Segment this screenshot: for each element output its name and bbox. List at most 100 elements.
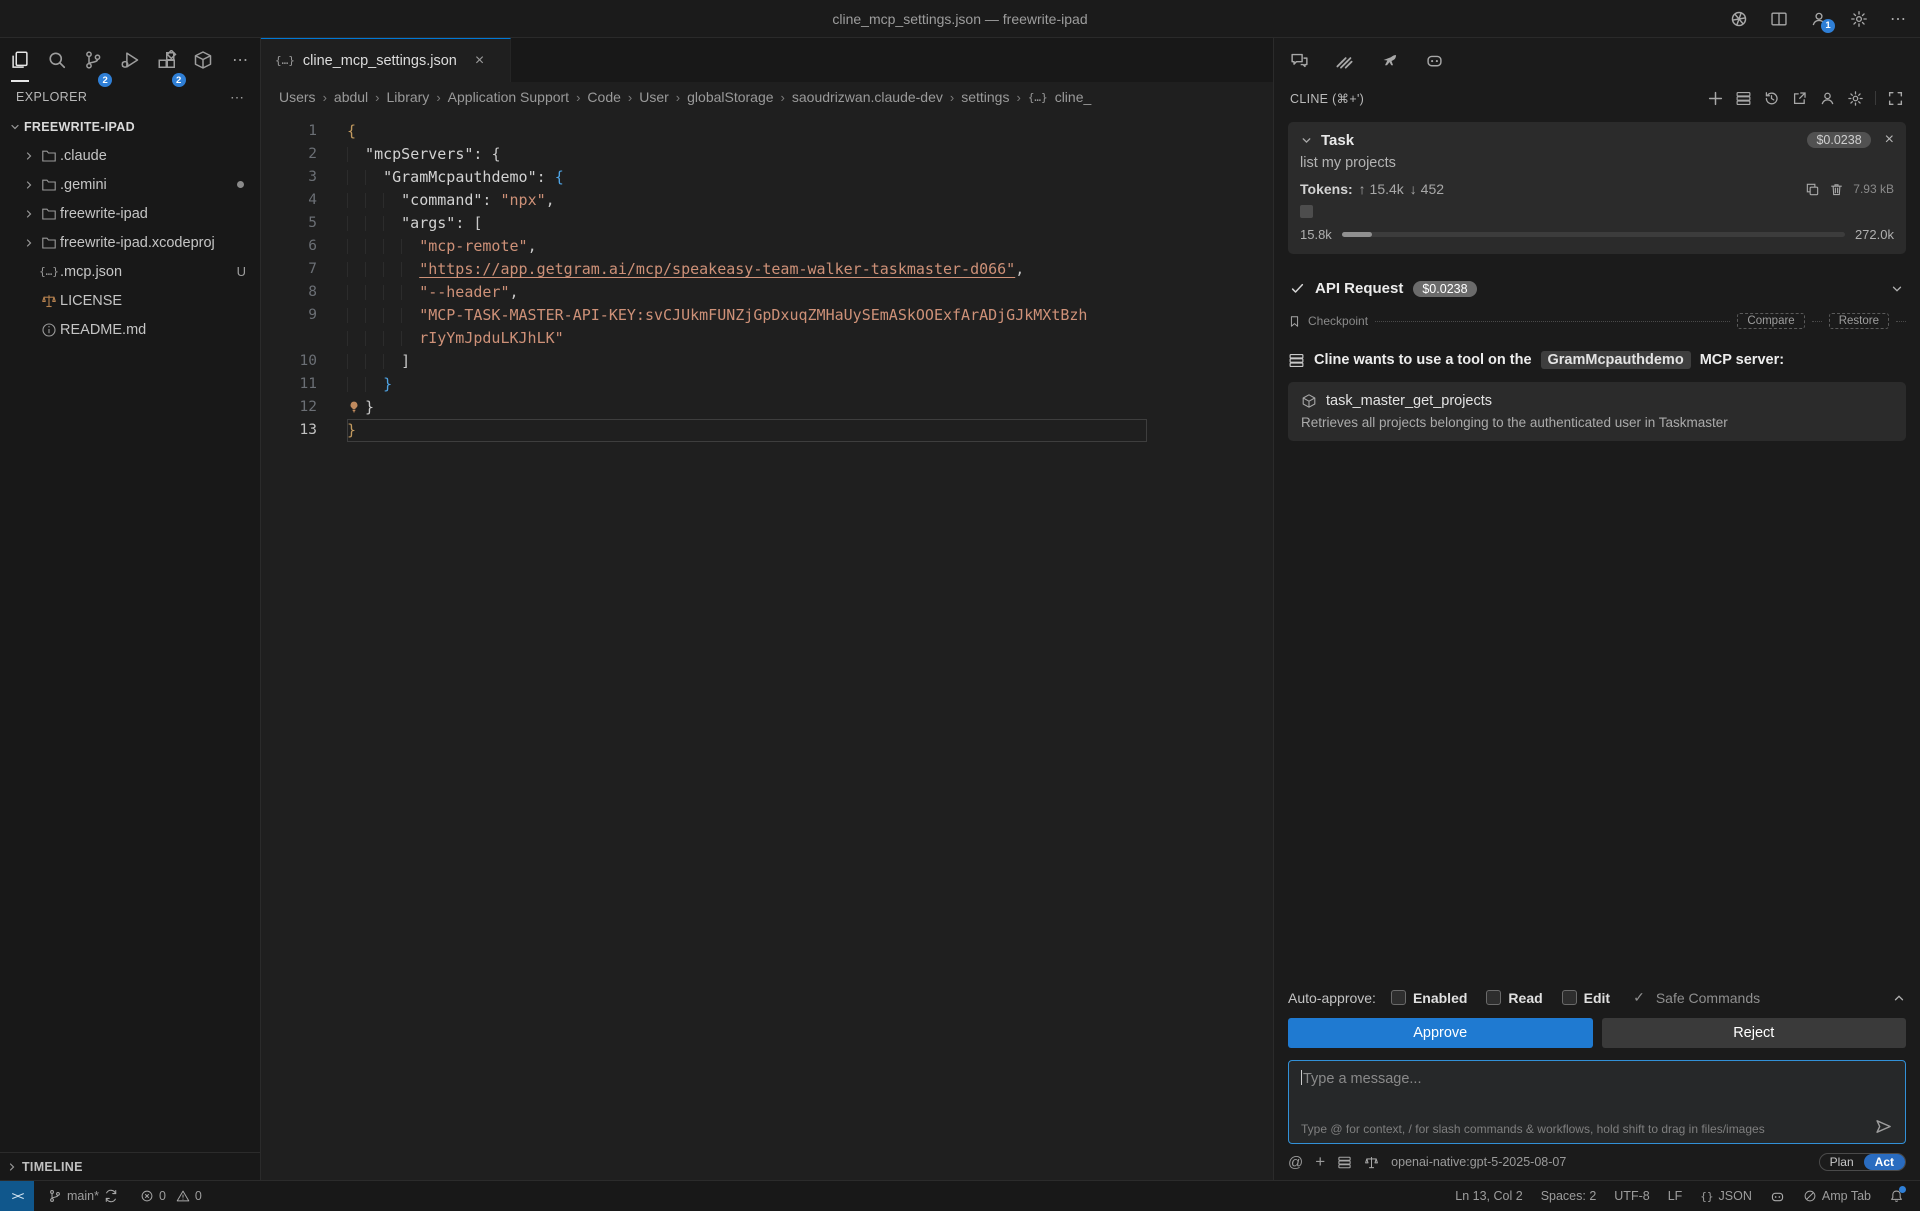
- openai-icon[interactable]: [1730, 10, 1748, 28]
- breadcrumb-item[interactable]: settings: [961, 89, 1009, 105]
- history-icon[interactable]: [1763, 90, 1780, 107]
- chevron-down-icon[interactable]: [1890, 282, 1904, 296]
- copy-icon[interactable]: [1805, 182, 1820, 197]
- edit-checkbox[interactable]: [1562, 990, 1577, 1005]
- tree-item-gemini[interactable]: .gemini: [0, 170, 260, 199]
- eol[interactable]: LF: [1668, 1189, 1683, 1203]
- timeline-section[interactable]: TIMELINE: [0, 1152, 260, 1180]
- mention-icon[interactable]: @: [1288, 1154, 1303, 1171]
- chat-bubble-icon[interactable]: [1290, 51, 1309, 70]
- tree-item-xcodeproj[interactable]: freewrite-ipad.xcodeproj: [0, 228, 260, 257]
- window-title: cline_mcp_settings.json — freewrite-ipad: [0, 11, 1920, 27]
- chevron-down-icon[interactable]: [1300, 134, 1313, 147]
- send-icon[interactable]: [1874, 1117, 1893, 1136]
- breadcrumb-item[interactable]: Users: [279, 89, 316, 105]
- message-input[interactable]: Type a message... Type @ for context, / …: [1288, 1060, 1906, 1144]
- tree-item-claude[interactable]: .claude: [0, 141, 260, 170]
- action-buttons: Approve Reject: [1288, 1018, 1906, 1048]
- restore-button[interactable]: Restore: [1829, 313, 1889, 329]
- add-context-icon[interactable]: +: [1315, 1152, 1325, 1172]
- extensions-icon[interactable]: 2: [155, 38, 179, 82]
- read-checkbox[interactable]: [1486, 990, 1501, 1005]
- editor-group: {…} cline_mcp_settings.json × Users›abdu…: [261, 38, 1273, 1180]
- enabled-checkbox[interactable]: [1391, 990, 1406, 1005]
- act-mode-button[interactable]: Act: [1864, 1154, 1905, 1170]
- api-request-row[interactable]: API Request $0.0238: [1288, 280, 1906, 297]
- mcp-servers-icon[interactable]: [1735, 90, 1752, 107]
- line-content: "args": [: [347, 212, 1147, 235]
- tokens-up: ↑ 15.4k: [1359, 181, 1404, 197]
- run-debug-icon[interactable]: [118, 38, 142, 82]
- approve-button[interactable]: Approve: [1288, 1018, 1593, 1048]
- code-line: rIyYmJpduLKJhLK": [261, 327, 1273, 350]
- sync-icon[interactable]: [104, 1189, 118, 1203]
- search-icon[interactable]: [45, 38, 69, 82]
- tree-item-mcp-json[interactable]: {…} .mcp.json U: [0, 257, 260, 286]
- cursor-position[interactable]: Ln 13, Col 2: [1455, 1189, 1522, 1203]
- breadcrumb-item[interactable]: Library: [387, 89, 430, 105]
- cline-body: Task $0.0238 × list my projects Tokens: …: [1274, 114, 1920, 1180]
- secondary-sidebar-tabs: [1274, 38, 1920, 82]
- more-actions-icon[interactable]: ⋯: [1890, 9, 1906, 29]
- chevron-up-icon[interactable]: [1892, 991, 1906, 1005]
- breadcrumb-item[interactable]: abdul: [334, 89, 368, 105]
- tree-root-label: FREEWRITE-IPAD: [24, 120, 135, 134]
- code-editor[interactable]: 1{2 "mcpServers": {3 "GramMcpauthdemo": …: [261, 112, 1273, 1180]
- tab-cline-mcp-settings[interactable]: {…} cline_mcp_settings.json ×: [261, 38, 511, 82]
- folder-icon: [38, 177, 60, 193]
- model-selector[interactable]: openai-native:gpt-5-2025-08-07: [1391, 1155, 1566, 1169]
- tool-card[interactable]: task_master_get_projects Retrieves all p…: [1288, 382, 1906, 441]
- auto-approve-row: Auto-approve: Enabled Read Edit ✓ Safe C…: [1288, 989, 1906, 1006]
- amp-tab-status[interactable]: Amp Tab: [1803, 1189, 1871, 1203]
- remote-indicator[interactable]: ><: [0, 1181, 34, 1211]
- line-content: "GramMcpauthdemo": {: [347, 166, 1147, 189]
- line-number: 13: [261, 419, 317, 442]
- open-in-editor-icon[interactable]: [1791, 90, 1808, 107]
- source-control-icon[interactable]: 2: [81, 38, 105, 82]
- compare-button[interactable]: Compare: [1737, 313, 1804, 329]
- explorer-view-icon[interactable]: [8, 38, 32, 82]
- code-line: 1{: [261, 120, 1273, 143]
- fullscreen-icon[interactable]: [1887, 90, 1904, 107]
- tool-intro-before: Cline wants to use a tool on the: [1314, 352, 1532, 368]
- task-close-icon[interactable]: ×: [1885, 131, 1894, 149]
- tab-close-icon[interactable]: ×: [475, 52, 484, 70]
- copilot-icon[interactable]: [1425, 51, 1444, 70]
- scales-icon[interactable]: [1364, 1155, 1379, 1170]
- copilot-icon[interactable]: [1770, 1189, 1785, 1204]
- notifications-bell-icon[interactable]: [1889, 1189, 1904, 1204]
- mcp-servers-icon[interactable]: [1337, 1155, 1352, 1170]
- amp-icon[interactable]: [1335, 51, 1354, 70]
- account-icon[interactable]: 1: [1810, 10, 1828, 28]
- activity-more-icon[interactable]: ⋯: [228, 38, 252, 82]
- problems-status[interactable]: 0 0: [140, 1189, 202, 1203]
- trash-icon[interactable]: [1829, 182, 1844, 197]
- breadcrumb-item[interactable]: User: [639, 89, 669, 105]
- tree-item-freewrite-ipad[interactable]: freewrite-ipad: [0, 199, 260, 228]
- explorer-more-icon[interactable]: ⋯: [230, 89, 244, 106]
- encoding[interactable]: UTF-8: [1614, 1189, 1649, 1203]
- tree-root[interactable]: FREEWRITE-IPAD: [0, 112, 260, 141]
- remote-explorer-icon[interactable]: [192, 38, 216, 82]
- breadcrumb-item[interactable]: saoudrizwan.claude-dev: [792, 89, 943, 105]
- breadcrumb-item[interactable]: globalStorage: [687, 89, 773, 105]
- line-content: "mcpServers": {: [347, 143, 1147, 166]
- indentation[interactable]: Spaces: 2: [1541, 1189, 1597, 1203]
- language-mode[interactable]: {} JSON: [1700, 1189, 1752, 1203]
- breadcrumb-item[interactable]: cline_: [1055, 89, 1092, 105]
- tree-item-license[interactable]: LICENSE: [0, 286, 260, 315]
- reject-button[interactable]: Reject: [1602, 1018, 1907, 1048]
- kangaroo-icon[interactable]: [1380, 51, 1399, 70]
- account-icon[interactable]: [1819, 90, 1836, 107]
- plan-mode-button[interactable]: Plan: [1820, 1154, 1864, 1170]
- lightbulb-icon[interactable]: [347, 396, 365, 419]
- settings-gear-icon[interactable]: [1850, 10, 1868, 28]
- breadcrumb-item[interactable]: Code: [587, 89, 620, 105]
- cline-view-header: CLINE (⌘+'): [1274, 82, 1920, 114]
- branch-status[interactable]: main*: [48, 1189, 118, 1203]
- tree-item-readme[interactable]: README.md: [0, 315, 260, 344]
- split-layout-icon[interactable]: [1770, 10, 1788, 28]
- breadcrumb-item[interactable]: Application Support: [448, 89, 569, 105]
- settings-gear-icon[interactable]: [1847, 90, 1864, 107]
- new-task-plus-icon[interactable]: [1707, 90, 1724, 107]
